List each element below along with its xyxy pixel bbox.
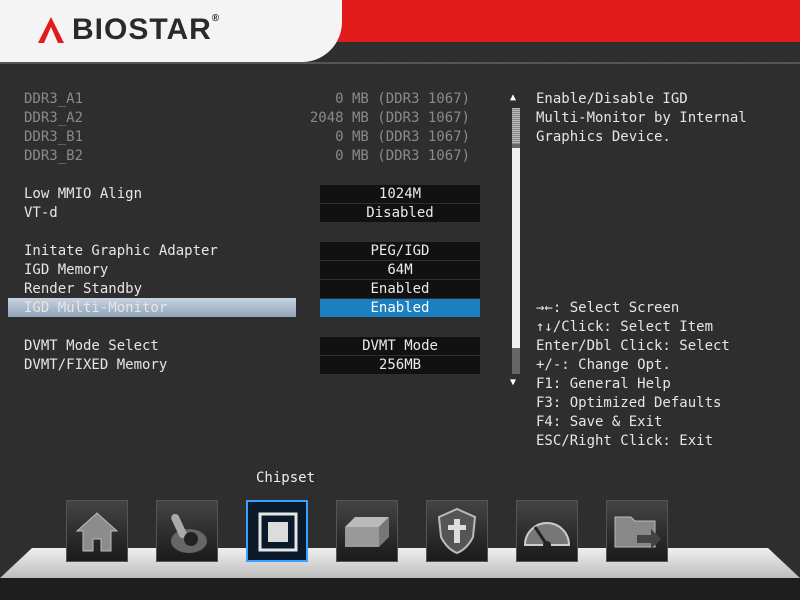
scroll-down-icon[interactable]: ▼ bbox=[510, 377, 516, 388]
key-hint: ESC/Right Click: Exit bbox=[536, 433, 714, 449]
key-hint: F1: General Help bbox=[536, 376, 671, 392]
help-description: Enable/Disable IGD Multi-Monitor by Inte… bbox=[536, 91, 747, 145]
nav-security-button[interactable] bbox=[426, 500, 488, 562]
scrollbar-track[interactable] bbox=[512, 108, 520, 374]
nav-save-exit-button[interactable] bbox=[606, 500, 668, 562]
key-hint: ↑↓/Click: Select Item bbox=[536, 319, 714, 335]
render-standby-value[interactable]: Enabled bbox=[320, 280, 480, 298]
setting-label: VT-d bbox=[24, 205, 58, 221]
folder-exit-icon bbox=[614, 516, 661, 549]
nav-base bbox=[0, 578, 800, 600]
memory-row-ddr3-b2: DDR3_B2 0 MB (DDR3 1067) bbox=[24, 147, 470, 166]
dvmt-mode-select-value[interactable]: DVMT Mode bbox=[320, 337, 480, 355]
memory-slot-label: DDR3_B1 bbox=[24, 129, 84, 145]
home-icon bbox=[75, 512, 119, 552]
vt-d-value[interactable]: Disabled bbox=[320, 204, 480, 222]
scroll-up-icon[interactable]: ▲ bbox=[510, 92, 516, 103]
memory-slot-value: 0 MB (DDR3 1067) bbox=[335, 91, 470, 107]
memory-slot-label: DDR3_B2 bbox=[24, 148, 84, 164]
key-hint: Enter/Dbl Click: Select bbox=[536, 338, 730, 354]
biostar-flame-icon bbox=[38, 17, 64, 43]
gauge-icon bbox=[523, 522, 571, 549]
scrollbar-thumb[interactable] bbox=[512, 148, 520, 348]
memory-row-ddr3-a1: DDR3_A1 0 MB (DDR3 1067) bbox=[24, 90, 470, 109]
memory-row-ddr3-a2: DDR3_A2 2048 MB (DDR3 1067) bbox=[24, 109, 470, 128]
memory-row-ddr3-b1: DDR3_B1 0 MB (DDR3 1067) bbox=[24, 128, 470, 147]
header-divider bbox=[0, 62, 800, 64]
biostar-logo-text: BIOSTAR® bbox=[72, 13, 221, 46]
initiate-graphic-adapter-value[interactable]: PEG/IGD bbox=[320, 242, 480, 260]
memory-slot-value: 2048 MB (DDR3 1067) bbox=[309, 110, 470, 126]
scrollbar-grip bbox=[512, 108, 520, 144]
header-red-band bbox=[300, 0, 800, 42]
low-mmio-align-value[interactable]: 1024M bbox=[320, 185, 480, 203]
nav-chipset-button[interactable] bbox=[246, 500, 308, 562]
chipset-icon bbox=[258, 512, 298, 552]
memory-slot-label: DDR3_A2 bbox=[24, 110, 84, 126]
dvmt-fixed-memory-value[interactable]: 256MB bbox=[320, 356, 480, 374]
setting-label: Render Standby bbox=[24, 281, 143, 297]
memory-slot-label: DDR3_A1 bbox=[24, 91, 84, 107]
key-hint: F3: Optimized Defaults bbox=[536, 395, 722, 411]
nav-home-button[interactable] bbox=[66, 500, 128, 562]
nav-hardware-monitor-button[interactable] bbox=[516, 500, 578, 562]
nav-overclock-button[interactable] bbox=[156, 500, 218, 562]
header-logo-panel: BIOSTAR® bbox=[0, 0, 342, 62]
active-section-title: Chipset bbox=[256, 470, 316, 486]
setting-label: DVMT/FIXED Memory bbox=[24, 357, 168, 373]
memory-slot-value: 0 MB (DDR3 1067) bbox=[335, 148, 470, 164]
shield-icon bbox=[437, 507, 477, 555]
key-hint: F4: Save & Exit bbox=[536, 414, 663, 430]
setting-label: IGD Multi-Monitor bbox=[24, 300, 168, 316]
igd-multi-monitor-value[interactable]: Enabled bbox=[320, 299, 480, 317]
joystick-icon bbox=[171, 513, 207, 553]
igd-memory-value[interactable]: 64M bbox=[320, 261, 480, 279]
key-hint: +/-: Change Opt. bbox=[536, 357, 671, 373]
key-hint: →←: Select Screen bbox=[536, 300, 680, 316]
setting-label: IGD Memory bbox=[24, 262, 109, 278]
setting-label: DVMT Mode Select bbox=[24, 338, 159, 354]
setting-label: Initate Graphic Adapter bbox=[24, 243, 218, 259]
memory-slot-value: 0 MB (DDR3 1067) bbox=[335, 129, 470, 145]
key-legend: →←: Select Screen ↑↓/Click: Select Item … bbox=[536, 299, 730, 451]
drive-icon bbox=[345, 517, 389, 547]
setting-label: Low MMIO Align bbox=[24, 186, 143, 202]
biostar-logo: BIOSTAR® bbox=[36, 10, 220, 50]
nav-boot-button[interactable] bbox=[336, 500, 398, 562]
